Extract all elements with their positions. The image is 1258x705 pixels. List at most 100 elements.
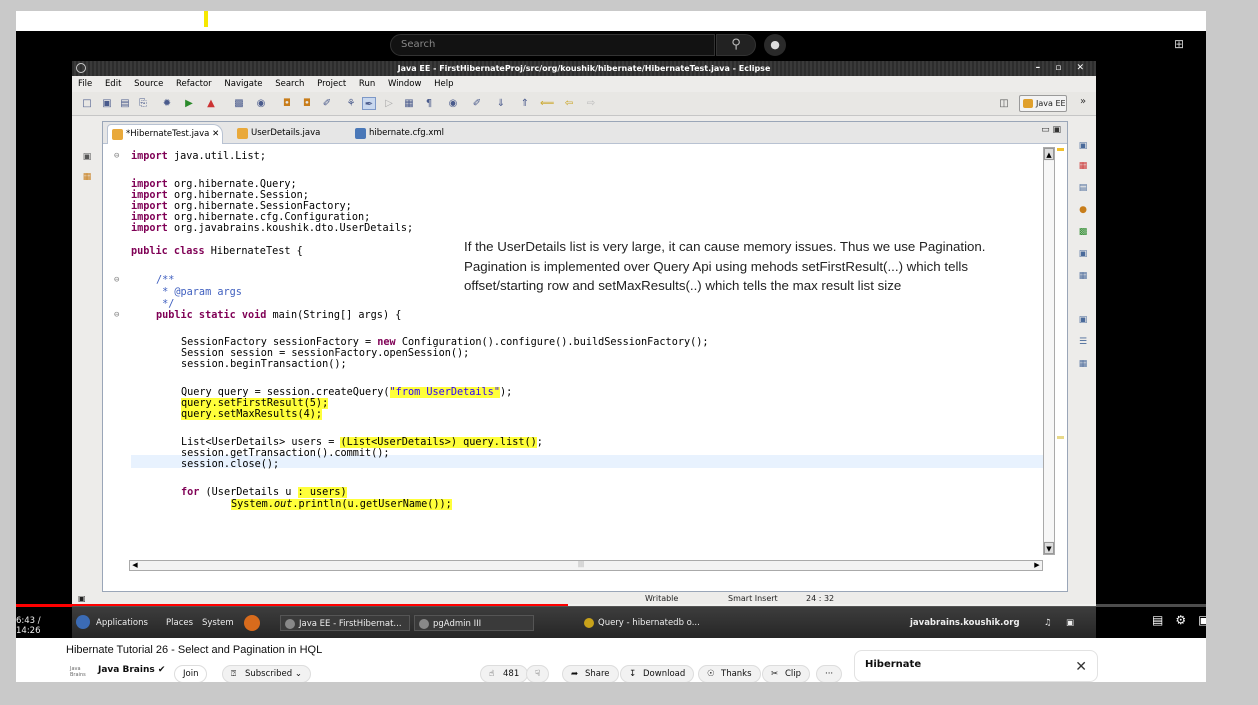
print-icon[interactable]: ⎘ — [136, 97, 150, 110]
close-icon[interactable]: ✕ — [1075, 659, 1087, 675]
channel-avatar[interactable]: Java Brains — [70, 666, 88, 678]
perspective-java-ee-button[interactable]: Java EE — [1019, 95, 1067, 112]
vertical-scrollbar[interactable]: ▲ ▼ — [1043, 147, 1055, 555]
fold-icon[interactable]: ⊖ — [114, 275, 119, 286]
subscribed-button[interactable]: ⍰ Subscribed ⌄ — [222, 665, 311, 683]
code-editor[interactable]: ⊖ import java.util.List; import org.hiber… — [103, 144, 1067, 558]
settings-gear-icon[interactable]: ⚙ — [1175, 613, 1198, 627]
menu-navigate[interactable]: Navigate — [224, 76, 262, 92]
fold-icon[interactable]: ⊖ — [114, 151, 119, 162]
window-controls-icon[interactable]: – ▫ ✕ — [1036, 61, 1090, 76]
new-web-icon[interactable]: ◉ — [254, 97, 268, 110]
chevron-right-icon[interactable]: » — [1080, 96, 1086, 107]
clip-button[interactable]: ✂ Clip — [762, 665, 811, 683]
taskbar-eclipse-window[interactable]: Java EE - FirstHibernat... — [280, 615, 410, 631]
add-video-icon[interactable]: ⊞ — [1171, 36, 1187, 52]
dislike-button[interactable]: ☟ — [526, 665, 550, 683]
like-button[interactable]: ☝ 481 — [480, 665, 529, 683]
restore-icon[interactable]: ▣ — [1077, 314, 1089, 326]
scroll-left-icon[interactable]: ◀ — [130, 561, 140, 570]
taskbar-pgadmin-window[interactable]: pgAdmin III — [414, 615, 534, 631]
miniplayer-icon[interactable]: ▣ — [1198, 613, 1206, 627]
package-explorer-icon[interactable]: ▦ — [80, 170, 94, 184]
occurrence-marker[interactable] — [1057, 436, 1064, 439]
microphone-icon[interactable]: ● — [764, 34, 786, 56]
menu-search[interactable]: Search — [275, 76, 304, 92]
paragraph-icon[interactable]: ¶ — [422, 97, 436, 110]
next-annotation-icon[interactable]: ⇓ — [494, 97, 508, 110]
taskbar-system[interactable]: System — [202, 615, 234, 631]
open-perspective-icon[interactable]: ◫ — [997, 97, 1011, 110]
overview-ruler — [1055, 144, 1067, 558]
search-tool-icon[interactable]: ✐ — [320, 97, 334, 110]
annotation-icon[interactable]: ⚘ — [344, 97, 358, 110]
servers-icon[interactable]: ▦ — [1077, 160, 1089, 172]
menu-project[interactable]: Project — [317, 76, 346, 92]
network-icon[interactable]: ▣ — [1066, 615, 1074, 631]
tab-hibernate-cfg[interactable]: hibernate.cfg.xml — [351, 124, 463, 144]
horizontal-scrollbar[interactable]: ◀ ||| ▶ — [129, 560, 1043, 571]
volume-icon[interactable]: ♫ — [1044, 615, 1052, 631]
more-actions-button[interactable]: ··· — [816, 665, 843, 683]
pin-icon[interactable]: ✐ — [470, 97, 484, 110]
menu-edit[interactable]: Edit — [105, 76, 121, 92]
block-select-icon[interactable]: ▷ — [382, 97, 396, 110]
back-icon[interactable]: ⇦ — [562, 97, 576, 110]
menu-window[interactable]: Window — [388, 76, 422, 92]
last-edit-icon[interactable]: ⟸ — [540, 97, 554, 110]
warning-marker[interactable] — [1057, 148, 1064, 151]
prev-annotation-icon[interactable]: ⇑ — [518, 97, 532, 110]
playlist-panel[interactable]: Hibernate ✕ — [854, 650, 1098, 682]
tab-hibernatetest[interactable]: *HibernateTest.java ✕ — [107, 124, 223, 144]
taskbar-query-window[interactable]: Query - hibernatedb o... — [580, 615, 730, 631]
web-browser-icon[interactable]: ◉ — [446, 97, 460, 110]
open-type-icon[interactable]: ◘ — [280, 97, 294, 110]
task-list-icon[interactable]: ☰ — [1077, 336, 1089, 348]
mark-occurrences-icon[interactable]: ✒ — [362, 97, 376, 110]
tab-userdetails[interactable]: UserDetails.java — [233, 124, 341, 144]
save-all-icon[interactable]: ▤ — [118, 97, 132, 110]
forward-icon[interactable]: ⇨ — [584, 97, 598, 110]
data-source-icon[interactable]: ● — [1077, 204, 1089, 216]
snippets-icon[interactable]: ▩ — [1077, 226, 1089, 238]
restore-icon[interactable]: ▣ — [1077, 140, 1089, 152]
problems-icon[interactable]: ▣ — [1077, 248, 1089, 260]
channel-name[interactable]: Java Brains ✔ — [98, 665, 165, 675]
share-button[interactable]: ➦ Share — [562, 665, 619, 683]
console-icon[interactable]: ▤ — [1077, 182, 1089, 194]
outline-icon[interactable]: ▦ — [1077, 270, 1089, 282]
save-icon[interactable]: ▣ — [100, 97, 114, 110]
new-icon[interactable]: □ — [80, 97, 94, 110]
scroll-right-icon[interactable]: ▶ — [1032, 561, 1042, 570]
open-resource-icon[interactable]: ◘ — [300, 97, 314, 110]
palette-icon[interactable]: ▦ — [1077, 358, 1089, 370]
search-input[interactable]: Search — [390, 34, 715, 56]
subtitles-icon[interactable]: ▤ — [1152, 613, 1175, 627]
download-button[interactable]: ↧ Download — [620, 665, 695, 683]
video-player[interactable]: Search ⚲ ● ⊞ Java EE - FirstHibernatePro… — [16, 31, 1206, 638]
join-button[interactable]: Join — [174, 665, 208, 683]
fold-icon[interactable]: ⊖ — [114, 310, 119, 321]
taskbar-applications[interactable]: Applications — [96, 615, 148, 631]
external-tools-icon[interactable]: ▲ — [204, 97, 218, 110]
new-server-icon[interactable]: ▩ — [232, 97, 246, 110]
menu-run[interactable]: Run — [359, 76, 375, 92]
run-icon[interactable]: ▶ — [182, 97, 196, 110]
menu-file[interactable]: File — [78, 76, 92, 92]
menu-source[interactable]: Source — [134, 76, 163, 92]
scrollbar-thumb[interactable] — [1044, 161, 1054, 541]
scroll-down-icon[interactable]: ▼ — [1044, 542, 1054, 554]
restore-icon[interactable]: ▣ — [80, 150, 94, 164]
debug-icon[interactable]: ✹ — [160, 97, 174, 110]
taskbar-places[interactable]: Places — [166, 615, 193, 631]
search-icon[interactable]: ⚲ — [716, 34, 756, 56]
minimize-maximize-icon[interactable]: ▭ ▣ — [1041, 125, 1061, 135]
gnome-foot-icon[interactable] — [76, 615, 90, 629]
firefox-icon[interactable] — [244, 615, 260, 631]
menu-refactor[interactable]: Refactor — [176, 76, 212, 92]
menu-help[interactable]: Help — [434, 76, 453, 92]
toolbar: □ ▣ ▤ ⎘ ✹ ▶ ▲ ▩ ◉ ◘ ◘ ✐ ⚘ ✒ ▷ ▦ ¶ ◉ ✐ ⇓ — [72, 92, 1096, 116]
scroll-up-icon[interactable]: ▲ — [1044, 148, 1054, 160]
thanks-button[interactable]: ☉ Thanks — [698, 665, 761, 683]
show-whitespace-icon[interactable]: ▦ — [402, 97, 416, 110]
